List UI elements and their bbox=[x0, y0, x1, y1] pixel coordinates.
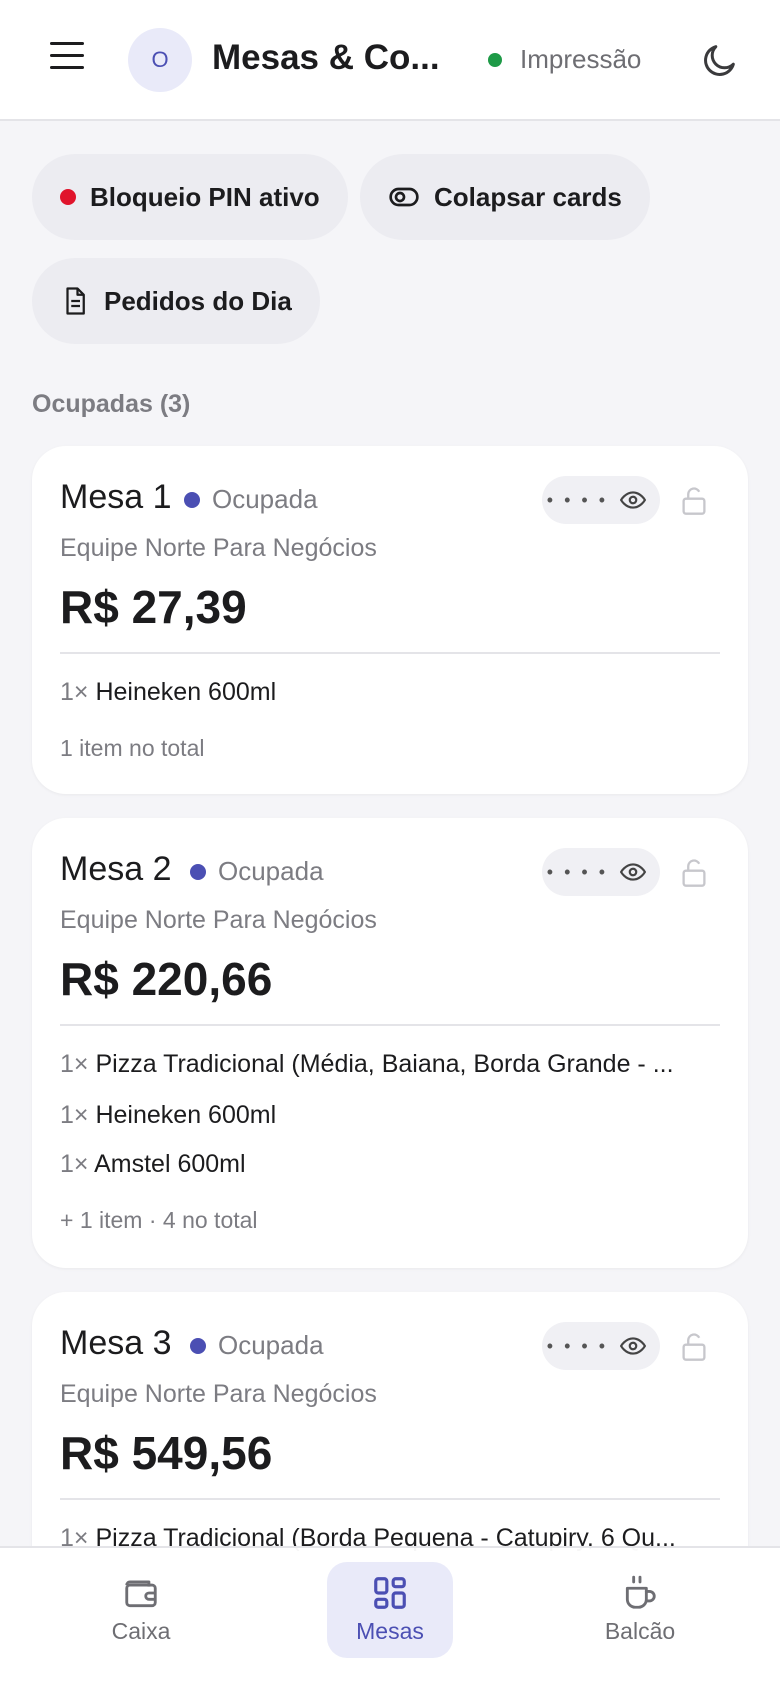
items-summary: 1 item no total bbox=[60, 735, 205, 761]
table-total: R$ 27,39 bbox=[60, 581, 247, 633]
nav-caixa-label: Caixa bbox=[111, 1618, 171, 1644]
status-badge: Ocupada bbox=[190, 856, 324, 887]
order-item: 1× Heineken 600ml bbox=[60, 678, 277, 706]
table-card[interactable]: Mesa 2 Ocupada • • • • Equipe Norte Para… bbox=[32, 818, 748, 1268]
divider bbox=[60, 652, 720, 654]
collapse-cards-label: Colapsar cards bbox=[434, 181, 622, 212]
pin-lock-chip[interactable]: Bloqueio PIN ativo bbox=[32, 154, 348, 240]
print-status-label: Impressão bbox=[520, 44, 642, 74]
collapse-icon bbox=[389, 187, 419, 207]
status-badge: Ocupada bbox=[190, 1330, 324, 1361]
status-badge: Ocupada bbox=[184, 484, 318, 515]
reveal-pin-button[interactable]: • • • • bbox=[542, 476, 660, 524]
nav-balcao[interactable]: Balcão bbox=[577, 1562, 703, 1658]
daily-orders-label: Pedidos do Dia bbox=[104, 285, 292, 316]
pin-active-dot-icon bbox=[60, 189, 76, 205]
divider bbox=[60, 1498, 720, 1500]
moon-icon[interactable] bbox=[700, 40, 740, 80]
table-total: R$ 220,66 bbox=[60, 953, 273, 1005]
hamburger-menu-icon[interactable] bbox=[50, 42, 84, 74]
nav-caixa[interactable]: Caixa bbox=[78, 1562, 204, 1658]
top-bar: O Mesas & Co... Impressão bbox=[0, 0, 780, 121]
customer-name: Equipe Norte Para Negócios bbox=[60, 906, 377, 934]
reveal-pin-button[interactable]: • • • • bbox=[542, 1322, 660, 1370]
pin-lock-label: Bloqueio PIN ativo bbox=[90, 181, 320, 212]
table-name: Mesa 3 bbox=[60, 1324, 172, 1362]
collapse-cards-chip[interactable]: Colapsar cards bbox=[360, 154, 650, 240]
items-summary: + 1 item · 4 no total bbox=[60, 1207, 258, 1233]
unlock-icon[interactable] bbox=[680, 486, 708, 516]
nav-balcao-label: Balcão bbox=[604, 1618, 676, 1644]
divider bbox=[60, 1024, 720, 1026]
wallet-icon bbox=[125, 1580, 157, 1608]
order-item: 1× Heineken 600ml bbox=[60, 1101, 277, 1129]
unlock-icon[interactable] bbox=[680, 1332, 708, 1362]
avatar[interactable]: O bbox=[128, 28, 192, 92]
eye-icon bbox=[620, 491, 646, 509]
order-item: 1× Pizza Tradicional (Média, Baiana, Bor… bbox=[60, 1050, 674, 1078]
table-name: Mesa 1 bbox=[60, 478, 172, 516]
order-item: 1× Amstel 600ml bbox=[60, 1150, 246, 1178]
document-icon bbox=[66, 287, 85, 315]
customer-name: Equipe Norte Para Negócios bbox=[60, 534, 377, 562]
reveal-pin-button[interactable]: • • • • bbox=[542, 848, 660, 896]
table-total: R$ 549,56 bbox=[60, 1427, 273, 1479]
nav-mesas[interactable]: Mesas bbox=[327, 1562, 453, 1658]
coffee-cup-icon bbox=[625, 1575, 656, 1609]
page-title: Mesas & Co... bbox=[212, 38, 440, 77]
nav-mesas-label: Mesas bbox=[356, 1618, 424, 1644]
section-title: Ocupadas (3) bbox=[32, 390, 191, 418]
table-card[interactable]: Mesa 1 Ocupada • • • • Equipe Norte Para… bbox=[32, 446, 748, 794]
bottom-navigation: Caixa Mesas Balcão bbox=[0, 1546, 780, 1688]
unlock-icon[interactable] bbox=[680, 858, 708, 888]
daily-orders-chip[interactable]: Pedidos do Dia bbox=[32, 258, 320, 344]
grid-icon bbox=[374, 1577, 406, 1609]
customer-name: Equipe Norte Para Negócios bbox=[60, 1380, 377, 1408]
table-name: Mesa 2 bbox=[60, 850, 172, 888]
eye-icon bbox=[620, 1337, 646, 1355]
eye-icon bbox=[620, 863, 646, 881]
status-dot-icon bbox=[488, 52, 502, 67]
print-status[interactable]: Impressão bbox=[488, 44, 641, 75]
